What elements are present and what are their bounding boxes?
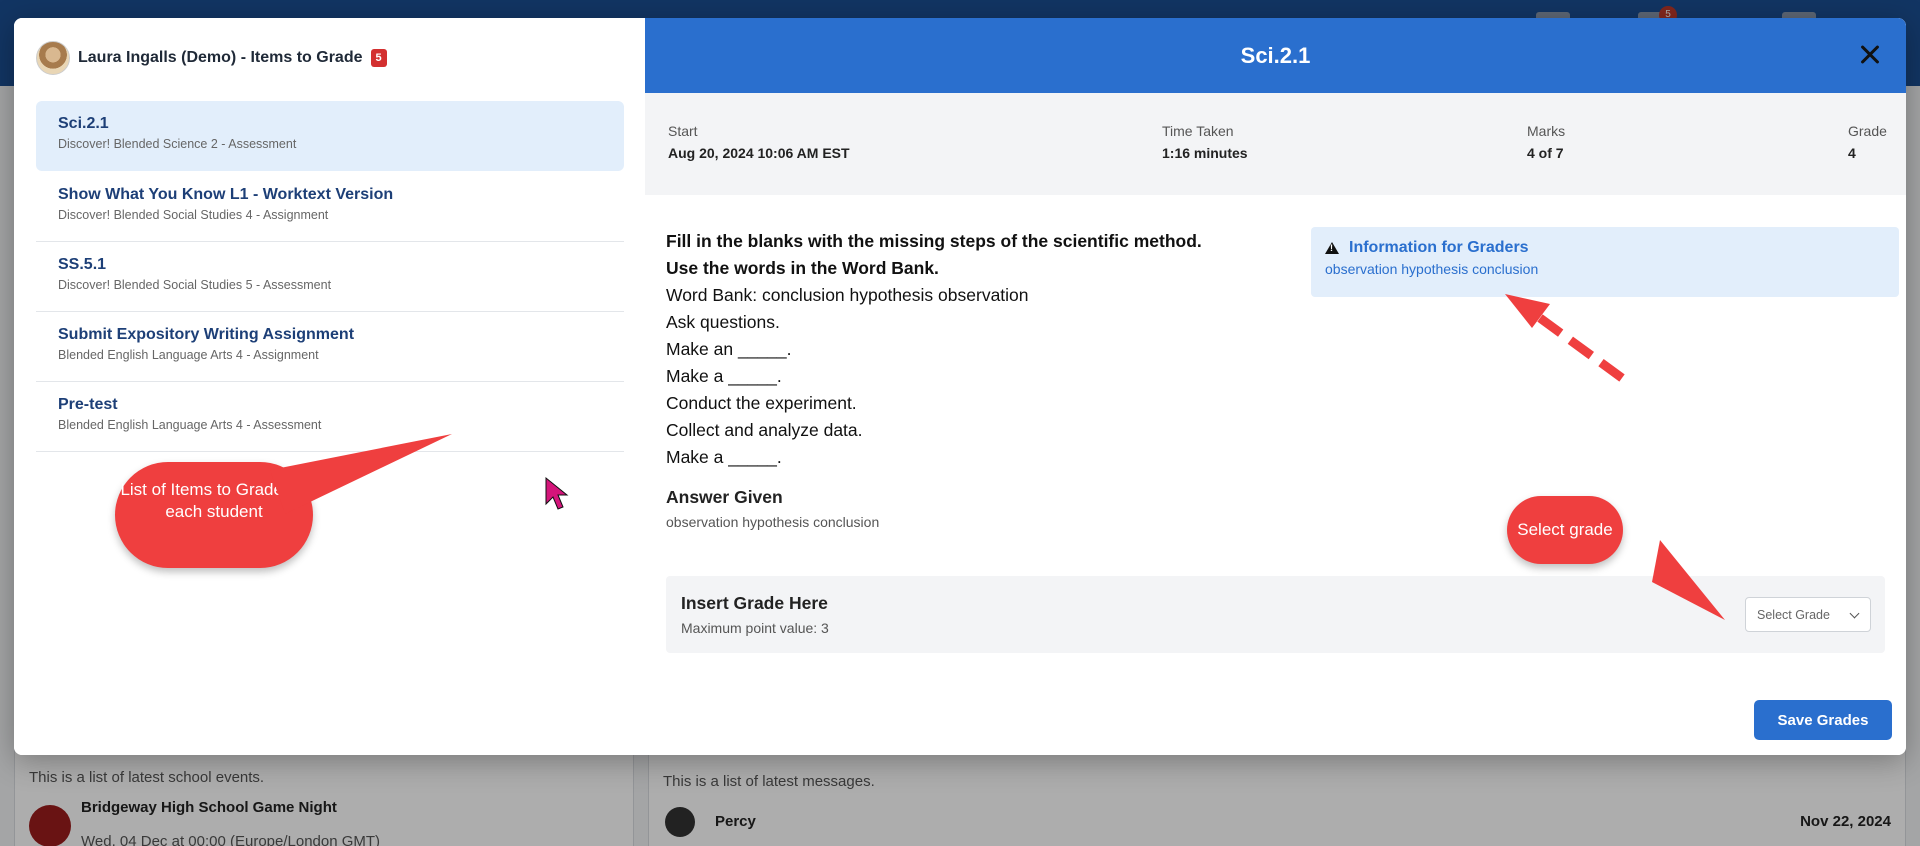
grade-heading: Insert Grade Here (681, 593, 828, 613)
info-title-text: Information for Graders (1349, 239, 1529, 256)
stat-start: Start Aug 20, 2024 10:06 AM EST (668, 123, 850, 161)
item-title: SS.5.1 (58, 256, 107, 273)
item-subtitle: Blended English Language Arts 4 - Assign… (58, 348, 319, 362)
grade-callout: Select grade (1507, 496, 1623, 564)
question-line: Fill in the blanks with the missing step… (666, 231, 1202, 251)
item-title: Submit Expository Writing Assignment (58, 326, 355, 343)
question-line: Conduct the experiment. (666, 393, 857, 413)
stat-label: Time Taken (1162, 123, 1234, 139)
stat-label: Start (668, 123, 698, 139)
stat-value: 4 of 7 (1527, 145, 1564, 161)
question-line: Collect and analyze data. (666, 420, 863, 440)
items-count-badge: 5 (370, 49, 387, 67)
list-item[interactable]: Submit Expository Writing Assignment Ble… (36, 312, 624, 382)
items-pane: Laura Ingalls (Demo) - Items to Grade 5 … (14, 18, 645, 755)
answer-label: Answer Given (666, 487, 783, 507)
stat-grade: Grade 4 (1848, 123, 1887, 161)
stat-label: Marks (1527, 123, 1566, 139)
item-subtitle: Blended English Language Arts 4 - Assess… (58, 418, 322, 432)
question-line: Ask questions. (666, 312, 780, 332)
grading-detail-pane: Sci.2.1 Start Aug 20, 2024 10:06 AM EST … (645, 18, 1906, 755)
list-item[interactable]: Pre-test Blended English Language Arts 4… (36, 382, 624, 452)
stat-value: Aug 20, 2024 10:06 AM EST (668, 145, 850, 161)
student-name: Laura Ingalls (Demo) - Items to Grade (78, 49, 363, 66)
question-line: Word Bank: conclusion hypothesis observa… (666, 285, 1029, 305)
save-grades-button[interactable]: Save Grades (1754, 700, 1892, 740)
item-subtitle: Discover! Blended Science 2 - Assessment (58, 137, 297, 151)
question-line: Make a _____. (666, 447, 782, 467)
grading-modal: Laura Ingalls (Demo) - Items to Grade 5 … (14, 18, 1906, 755)
stat-marks: Marks 4 of 7 (1527, 123, 1565, 161)
list-item[interactable]: Show What You Know L1 - Worktext Version… (36, 172, 624, 242)
grade-input-section: Insert Grade Here Maximum point value: 3… (666, 576, 1885, 653)
question-line: Use the words in the Word Bank. (666, 258, 939, 278)
info-title: Information for Graders (1325, 239, 1885, 257)
answer-value: observation hypothesis conclusion (666, 514, 880, 530)
warning-icon (1325, 242, 1339, 254)
item-subtitle: Discover! Blended Social Studies 5 - Ass… (58, 278, 332, 292)
item-subtitle: Discover! Blended Social Studies 4 - Ass… (58, 208, 329, 222)
item-title: Show What You Know L1 - Worktext Version (58, 186, 394, 203)
info-text: observation hypothesis conclusion (1325, 261, 1539, 277)
chevron-down-icon (1849, 608, 1860, 619)
stat-value: 4 (1848, 145, 1856, 161)
question-line: Make a _____. (666, 366, 782, 386)
item-title: Sci.2.1 (58, 115, 109, 132)
grade-select-placeholder: Select Grade (1757, 608, 1830, 622)
stat-time-taken: Time Taken 1:16 minutes (1162, 123, 1248, 161)
item-title: Pre-test (58, 396, 118, 413)
grader-info-box: Information for Graders observation hypo… (1311, 227, 1899, 297)
items-to-grade-list: Sci.2.1 Discover! Blended Science 2 - As… (36, 101, 624, 452)
stat-value: 1:16 minutes (1162, 145, 1248, 161)
grade-max-points: Maximum point value: 3 (681, 620, 829, 636)
list-callout: List of Items to Grade for each student (115, 462, 313, 568)
grade-select[interactable]: Select Grade (1745, 597, 1871, 632)
student-avatar (36, 41, 70, 75)
detail-title: Sci.2.1 (1240, 43, 1311, 68)
stat-label: Grade (1848, 123, 1887, 139)
question-text: Fill in the blanks with the missing step… (666, 228, 1266, 471)
question-line: Make an _____. (666, 339, 792, 359)
list-item[interactable]: Sci.2.1 Discover! Blended Science 2 - As… (36, 101, 624, 171)
list-item[interactable]: SS.5.1 Discover! Blended Social Studies … (36, 242, 624, 312)
submission-stats: Start Aug 20, 2024 10:06 AM EST Time Tak… (645, 93, 1906, 195)
student-header: Laura Ingalls (Demo) - Items to Grade 5 (36, 40, 387, 76)
close-icon[interactable] (1854, 38, 1888, 72)
detail-title-bar: Sci.2.1 (645, 18, 1906, 93)
